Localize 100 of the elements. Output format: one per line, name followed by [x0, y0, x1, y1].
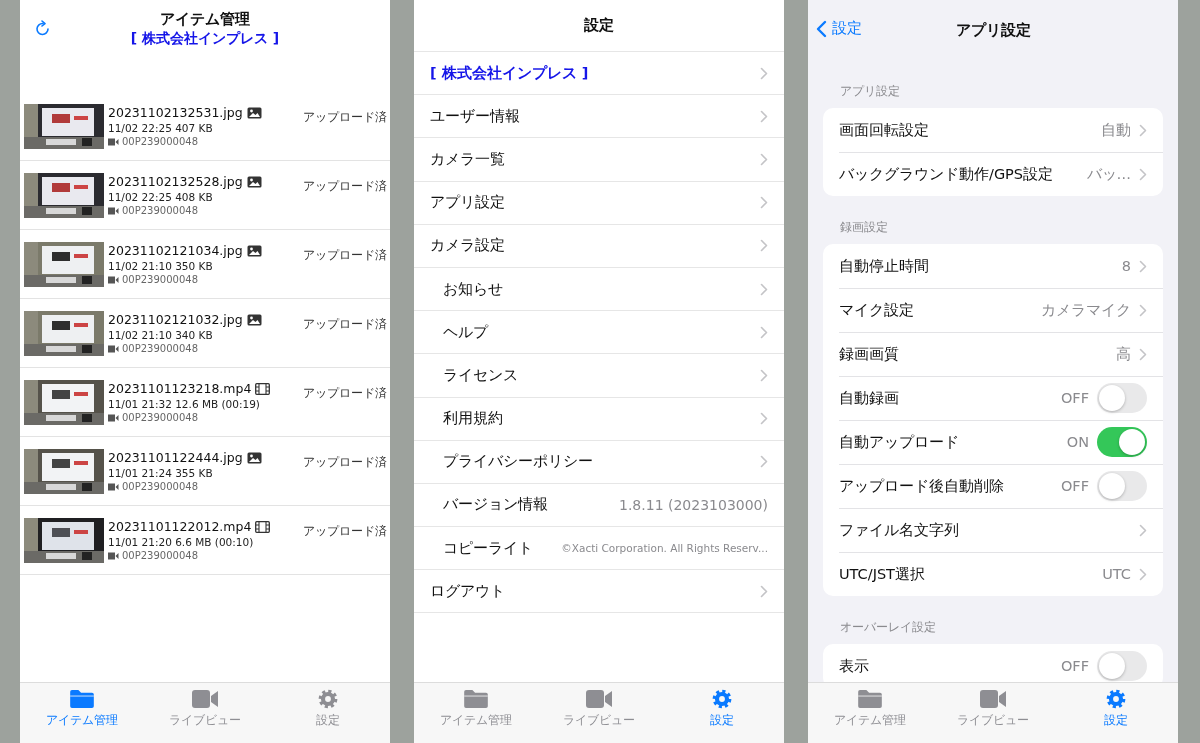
chevron-icon	[1139, 259, 1147, 273]
upload-status: アップロード済	[303, 523, 388, 540]
file-name[interactable]: 20231102121032.jpg	[108, 312, 243, 327]
chevron-icon	[1139, 303, 1147, 317]
row-value: 1.8.11 (2023103000)	[619, 496, 768, 513]
video-camera-icon	[191, 689, 219, 709]
setting-label: 表示	[839, 656, 869, 676]
image-icon	[246, 106, 262, 119]
file-details: 11/01 21:24 355 KB	[108, 467, 214, 479]
file-details: 11/01 21:32 12.6 MB (00:19)	[108, 398, 261, 410]
back-button[interactable]: 設定	[816, 19, 862, 38]
camera-id: 00P239000048	[122, 274, 198, 285]
video-camera-icon	[108, 137, 119, 146]
file-name[interactable]: 20231102132531.jpg	[108, 105, 243, 120]
image-icon	[246, 313, 262, 326]
video-camera-icon	[108, 275, 119, 284]
video-camera-icon	[108, 551, 119, 560]
image-icon	[246, 451, 262, 464]
menu-item[interactable]: ヘルプ	[443, 322, 488, 342]
section-header: アプリ設定	[839, 83, 901, 100]
menu-item[interactable]: 利用規約	[443, 409, 503, 429]
chevron-icon	[1139, 523, 1147, 537]
toggle-switch[interactable]	[1097, 383, 1147, 413]
tab-item[interactable]: アイテム管理	[20, 683, 144, 729]
setting-value: バッ…	[1086, 164, 1131, 184]
chevron-icon	[1139, 567, 1147, 581]
row-value: ©Xacti Corporation. All Rights Reserv...	[561, 542, 768, 555]
camera-id: 00P239000048	[122, 136, 198, 147]
upload-status: アップロード済	[303, 247, 388, 264]
setting-label: 自動アップロード	[839, 432, 959, 452]
section-header: オーバーレイ設定	[839, 619, 937, 636]
screen-title: アイテム管理	[160, 10, 250, 29]
company-name[interactable]: [ 株式会社インプレス ]	[430, 63, 589, 83]
camera-id: 00P239000048	[122, 550, 198, 561]
menu-item[interactable]: カメラ一覧	[430, 149, 505, 169]
chevron-icon	[1139, 347, 1147, 361]
setting-label[interactable]: 画面回転設定	[839, 120, 929, 140]
menu-item[interactable]: アプリ設定	[430, 193, 505, 213]
setting-label[interactable]: 自動停止時間	[839, 256, 929, 276]
menu-item[interactable]: ライセンス	[443, 365, 518, 385]
file-details: 11/02 22:25 408 KB	[108, 191, 214, 203]
image-icon	[246, 244, 262, 257]
toggle-switch[interactable]	[1097, 427, 1147, 457]
company-name: [ 株式会社インプレス ]	[130, 30, 280, 48]
toggle-switch[interactable]	[1097, 471, 1147, 501]
upload-status: アップロード済	[303, 178, 388, 195]
section-header: 録画設定	[839, 219, 889, 236]
file-name[interactable]: 20231102121034.jpg	[108, 243, 243, 258]
setting-value: ON	[1066, 434, 1089, 450]
toggle-switch[interactable]	[1097, 651, 1147, 681]
tab-item[interactable]: 設定	[1054, 683, 1178, 729]
setting-label[interactable]: バックグラウンド動作/GPS設定	[839, 164, 1054, 184]
setting-value: UTC	[1102, 566, 1131, 582]
menu-item[interactable]: コピーライト	[443, 538, 533, 558]
screen-title: アプリ設定	[955, 20, 1031, 40]
refresh-icon[interactable]	[34, 20, 52, 38]
image-icon	[246, 175, 262, 188]
menu-item[interactable]: ログアウト	[430, 581, 505, 601]
setting-value: カメラマイク	[1041, 300, 1131, 320]
video-camera-icon	[108, 344, 119, 353]
file-details: 11/02 22:25 407 KB	[108, 122, 214, 134]
chevron-icon	[1139, 167, 1147, 181]
setting-label: アップロード後自動削除	[839, 476, 1004, 496]
file-name[interactable]: 20231102132528.jpg	[108, 174, 243, 189]
file-name[interactable]: 20231101122444.jpg	[108, 450, 243, 465]
screen-title: 設定	[584, 16, 614, 35]
folder-icon	[461, 689, 490, 709]
setting-value: 高	[1116, 344, 1131, 364]
menu-item[interactable]: お知らせ	[443, 279, 503, 299]
setting-label[interactable]: 録画画質	[839, 344, 899, 364]
file-name[interactable]: 20231101122012.mp4	[108, 519, 252, 534]
setting-label: 自動録画	[839, 388, 899, 408]
setting-value: OFF	[1060, 390, 1089, 406]
video-camera-icon	[108, 206, 119, 215]
upload-status: アップロード済	[303, 316, 388, 333]
menu-item[interactable]: バージョン情報	[443, 495, 548, 515]
film-icon	[255, 382, 271, 395]
setting-label[interactable]: マイク設定	[839, 300, 914, 320]
back-chevron-icon	[816, 19, 827, 38]
film-icon	[255, 520, 271, 533]
video-camera-icon	[108, 413, 119, 422]
upload-status: アップロード済	[303, 109, 388, 126]
menu-item[interactable]: プライバシーポリシー	[443, 452, 593, 472]
setting-value: 自動	[1101, 120, 1131, 140]
video-camera-icon	[979, 689, 1007, 709]
video-camera-icon	[108, 482, 119, 491]
setting-label[interactable]: ファイル名文字列	[839, 520, 959, 540]
file-name[interactable]: 20231101123218.mp4	[108, 381, 252, 396]
camera-id: 00P239000048	[122, 481, 198, 492]
setting-value: OFF	[1060, 658, 1089, 674]
menu-item[interactable]: ユーザー情報	[430, 106, 520, 126]
setting-value: OFF	[1060, 478, 1089, 494]
file-details: 11/02 21:10 350 KB	[108, 260, 214, 272]
upload-status: アップロード済	[303, 385, 388, 402]
camera-id: 00P239000048	[122, 412, 198, 423]
setting-label[interactable]: UTC/JST選択	[839, 564, 925, 584]
menu-item[interactable]: カメラ設定	[430, 236, 505, 256]
file-details: 11/01 21:20 6.6 MB (00:10)	[108, 536, 255, 548]
tab-item[interactable]: 設定	[660, 683, 784, 729]
upload-status: アップロード済	[303, 454, 388, 471]
